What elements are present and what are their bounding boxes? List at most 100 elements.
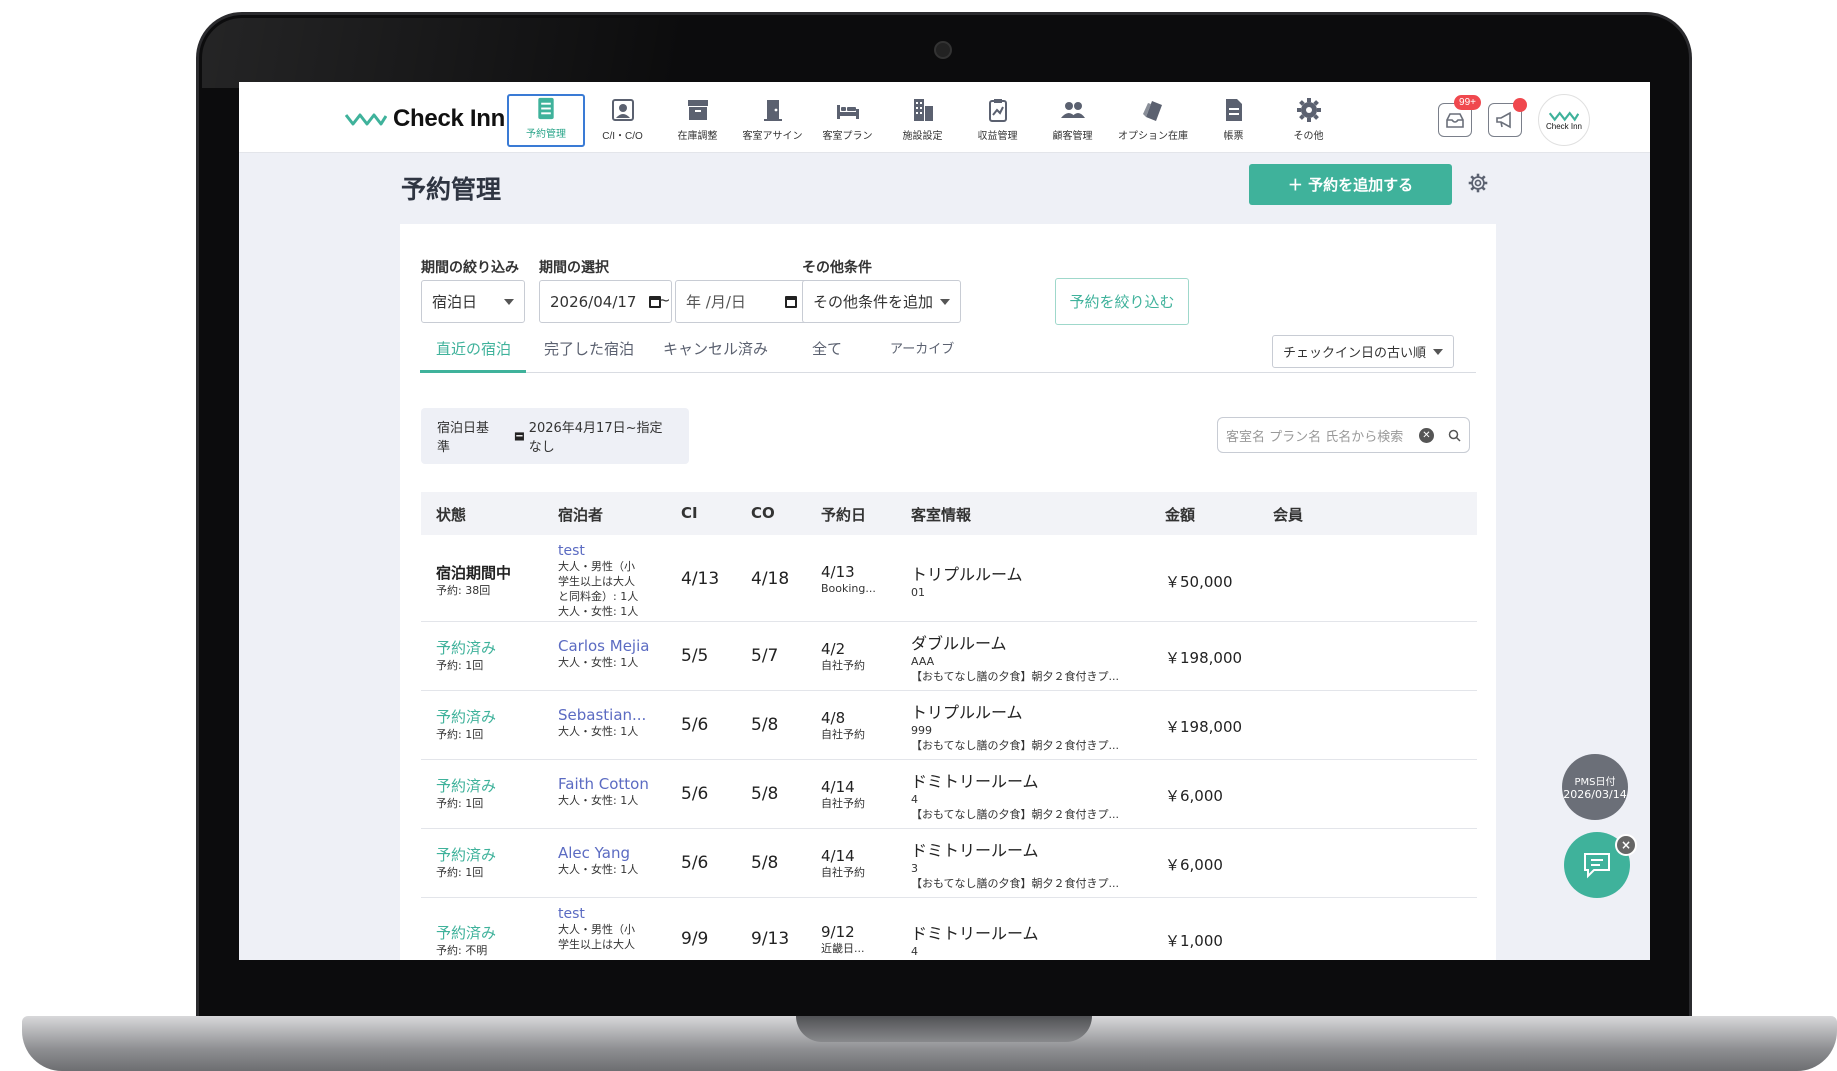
tab-all[interactable]: 全て [812,338,842,359]
account-avatar[interactable]: Check Inn [1538,94,1590,146]
tab-upcoming[interactable]: 直近の宿泊 [436,338,511,359]
booking-source: 近畿日... [821,942,865,955]
chevron-down-icon [1433,348,1443,355]
nav-item-option-inventory[interactable]: オプション在庫 [1110,94,1196,147]
checkout-date: 5/7 [751,646,779,666]
table-row[interactable]: 宿泊期間中 予約: 38回 test 大人・男性（小 学生以上は大人 と同料金）:… [421,535,1477,622]
guest-name[interactable]: Sebastian... [558,706,646,724]
status-label: 予約済み [436,708,497,726]
nav-item-room-assign[interactable]: 客室アサイン [735,94,810,147]
guest-name[interactable]: Carlos Mejia [558,637,649,655]
tags-icon [1143,101,1162,121]
checkout-date: 5/8 [751,715,779,735]
logo-wave-icon [1549,110,1579,121]
nav-item-customers[interactable]: 顧客管理 [1035,94,1110,147]
building-icon [913,99,933,121]
search-box[interactable]: 客室名 プラン名 氏名から検索 ✕ [1217,417,1470,453]
narrow-select[interactable]: 宿泊日 [421,280,525,323]
guest-name[interactable]: Faith Cotton [558,775,649,793]
room-type: トリプルルーム [911,703,1023,722]
apply-filter-button[interactable]: 予約を絞り込む [1055,278,1189,325]
filter-summary-chip: 宿泊日基準 2026年4月17日~指定なし [421,408,689,464]
col-booked: 予約日 [821,506,867,524]
room-number: 4 [911,945,918,958]
guest-detail: 学生以上は大人 [558,938,635,951]
chat-icon [1584,853,1610,879]
active-tab-underline [420,370,526,373]
app-logo[interactable]: Check Inn [345,105,505,133]
nav-item-reservations[interactable]: 予約管理 [507,94,585,147]
booked-date: 4/8 [821,709,846,727]
inbox-button[interactable]: 99+ [1438,95,1481,137]
table-row[interactable]: 予約済み 予約: 1回 Sebastian... 大人・女性: 1人 5/6 5/8… [421,691,1477,760]
room-type: ドミトリールーム [911,841,1039,860]
nav-label: 帳票 [1223,131,1244,142]
list-icon [538,97,554,120]
guest-detail: 大人・男性（小 [558,923,635,936]
top-right-actions: 99+ Check Inn [1438,94,1590,146]
guest-name[interactable]: Alec Yang [558,844,638,862]
pms-date-badge[interactable]: PMS日付 2026/03/14 [1562,754,1628,820]
date-from-input[interactable]: 2026/04/17 [539,280,672,323]
door-icon [763,100,782,121]
booking-source: Booking... [821,582,876,595]
tab-completed[interactable]: 完了した宿泊 [544,338,634,359]
webcam [934,41,952,59]
booked-date: 4/2 [821,640,846,658]
nav-item-room-plan[interactable]: 客室プラン [810,94,885,147]
chevron-down-icon [504,298,514,305]
plan-name: 【おもてなし膳の夕食】朝夕２食付きプ... [911,877,1120,890]
lid-glare [202,18,1002,88]
bed-icon [836,105,859,119]
search-icon[interactable] [1448,429,1461,442]
announcements-button[interactable] [1488,98,1527,137]
room-type: ドミトリールーム [911,924,1039,943]
tab-archive[interactable]: アーカイブ [890,338,954,357]
nav-item-inventory[interactable]: 在庫調整 [660,94,735,147]
nav-label: 施設設定 [902,131,943,142]
room-number: AAA [911,655,935,668]
booking-count: 予約: 1回 [436,728,484,741]
calendar-icon [785,295,797,308]
guest-name[interactable]: test [558,906,635,922]
price: ￥198,000 [1165,649,1243,667]
checkout-date: 9/13 [751,929,790,949]
guest-name[interactable]: test [558,543,638,559]
room-number: 999 [911,724,932,737]
table-row[interactable]: 予約済み 予約: 不明 test 大人・男性（小 学生以上は大人 9/9 9/13… [421,898,1477,960]
nav-item-other[interactable]: その他 [1271,94,1346,147]
settings-gear-icon[interactable] [1467,172,1489,194]
room-type: ダブルルーム [911,634,1007,653]
narrow-label: 期間の絞り込み [421,260,519,276]
other-conditions-select[interactable]: その他条件を追加 [802,280,961,323]
nav-item-facility-settings[interactable]: 施設設定 [885,94,960,147]
page-title: 予約管理 [401,175,502,204]
booked-date: 4/14 [821,847,855,865]
guest-detail: 大人・女性: 1人 [558,605,639,618]
notification-dot [1513,98,1527,112]
nav-label: 客室アサイン [742,131,803,142]
nav-item-reports[interactable]: 帳票 [1196,94,1271,147]
app-screen: Check Inn 予約管理 C/I・C/O 在庫調整 客室アサイン 客室プラン [239,82,1650,960]
document-icon [1225,99,1242,121]
close-chat-icon[interactable]: × [1615,834,1637,856]
table-row[interactable]: 予約済み 予約: 1回 Faith Cotton 大人・女性: 1人 5/6 5/8… [421,760,1477,829]
tab-cancelled[interactable]: キャンセル済み [663,338,768,359]
gear-icon [1296,98,1321,122]
nav-item-checkin-checkout[interactable]: C/I・C/O [585,94,660,147]
checkout-date: 5/8 [751,853,779,873]
table-row[interactable]: 予約済み 予約: 1回 Alec Yang 大人・女性: 1人 5/6 5/8 4/… [421,829,1477,898]
checkin-date: 4/13 [681,569,720,589]
col-co: CO [751,504,775,522]
status-label: 宿泊期間中 [436,564,512,582]
date-to-input[interactable]: 年 /月/日 [675,280,808,323]
narrow-value: 宿泊日 [432,293,478,311]
add-reservation-button[interactable]: ＋ 予約を追加する [1249,164,1452,205]
clear-search-icon[interactable]: ✕ [1419,427,1434,443]
room-number: 4 [911,793,918,806]
nav-item-revenue[interactable]: 収益管理 [960,94,1035,147]
booked-date: 9/12 [821,923,855,941]
sort-select[interactable]: チェックイン日の古い順 [1272,335,1454,368]
chevron-down-icon [940,298,950,305]
table-row[interactable]: 予約済み 予約: 1回 Carlos Mejia 大人・女性: 1人 5/5 5/7… [421,622,1477,691]
